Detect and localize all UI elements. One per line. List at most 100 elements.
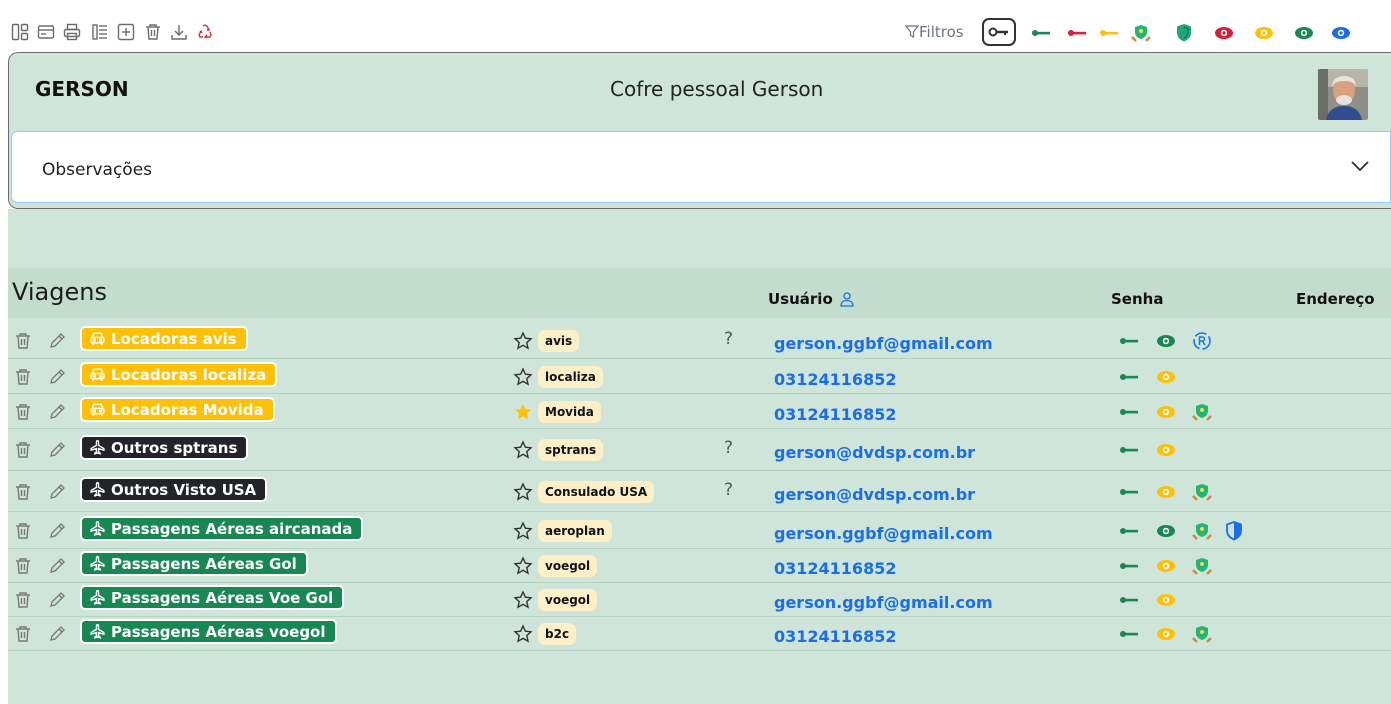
card-icon[interactable]	[36, 22, 56, 42]
list-item[interactable]: Passagens Aéreas aircanada aeroplan gerson…	[8, 512, 1391, 549]
category-badge[interactable]: Passagens Aéreas aircanada	[80, 516, 364, 541]
star-icon[interactable]	[513, 556, 533, 576]
trash-icon[interactable]	[14, 483, 32, 501]
key-red-icon[interactable]	[1066, 23, 1088, 43]
category-badge[interactable]: Passagens Aéreas voegol	[80, 619, 337, 644]
key-icon[interactable]	[1118, 624, 1140, 644]
help-mark[interactable]: ?	[724, 329, 733, 349]
shield-blue-icon[interactable]	[1223, 521, 1245, 541]
recycle-icon[interactable]	[195, 22, 215, 42]
download-icon[interactable]	[169, 22, 189, 42]
pencil-icon[interactable]	[48, 522, 66, 540]
pencil-icon[interactable]	[48, 483, 66, 501]
shield-hands-icon[interactable]	[1191, 402, 1213, 422]
eye-yellow-icon[interactable]	[1155, 482, 1177, 502]
category-badge[interactable]: Locadoras Movida	[80, 397, 275, 422]
pencil-icon[interactable]	[48, 403, 66, 421]
list-item[interactable]: Locadoras localiza localiza 03124116852	[8, 359, 1391, 394]
shield-hands-icon[interactable]	[1191, 624, 1213, 644]
shield-hands-icon[interactable]	[1191, 556, 1213, 576]
key-green-icon[interactable]	[1030, 23, 1052, 43]
trash-icon[interactable]	[14, 522, 32, 540]
key-icon[interactable]	[1118, 556, 1140, 576]
list-item[interactable]: Locadoras avis avis? gerson.ggbf@gmail.com	[8, 322, 1391, 359]
category-badge[interactable]: Passagens Aéreas Voe Gol	[80, 585, 345, 610]
key-yellow-icon[interactable]	[1098, 23, 1120, 43]
trash-icon[interactable]	[14, 591, 32, 609]
star-icon[interactable]	[513, 331, 533, 351]
trash-icon[interactable]	[14, 441, 32, 459]
restore-icon[interactable]	[1191, 331, 1213, 351]
shield-hands-icon[interactable]	[1130, 23, 1152, 43]
column-address[interactable]: Endereço	[1296, 290, 1375, 308]
printer-icon[interactable]	[62, 22, 82, 42]
username-link[interactable]: gerson.ggbf@gmail.com	[774, 524, 993, 543]
eye-green-icon[interactable]	[1155, 521, 1177, 541]
list-item[interactable]: Passagens Aéreas Gol voegol 03124116852	[8, 549, 1391, 583]
eye-yellow-icon[interactable]	[1253, 23, 1275, 43]
filter-key-toggle[interactable]	[982, 18, 1016, 46]
observations-accordion[interactable]: Observações	[11, 131, 1391, 203]
eye-yellow-icon[interactable]	[1155, 367, 1177, 387]
add-icon[interactable]	[116, 22, 136, 42]
category-badge[interactable]: Locadoras avis	[80, 326, 248, 351]
star-filled-icon[interactable]	[513, 402, 533, 422]
key-icon[interactable]	[1118, 590, 1140, 610]
username-link[interactable]: gerson@dvdsp.com.br	[774, 485, 975, 504]
trash-icon[interactable]	[14, 332, 32, 350]
username-link[interactable]: gerson.ggbf@gmail.com	[774, 593, 993, 612]
eye-yellow-icon[interactable]	[1155, 556, 1177, 576]
eye-green-icon[interactable]	[1155, 331, 1177, 351]
layout-icon[interactable]	[10, 22, 30, 42]
pencil-icon[interactable]	[48, 368, 66, 386]
eye-green-icon[interactable]	[1293, 23, 1315, 43]
list-item[interactable]: Passagens Aéreas Voe Gol voegol gerson.ggb…	[8, 583, 1391, 617]
shield-hands-icon[interactable]	[1191, 482, 1213, 502]
key-icon[interactable]	[1118, 521, 1140, 541]
list-icon[interactable]	[90, 22, 110, 42]
column-password[interactable]: Senha	[1111, 290, 1163, 308]
avatar[interactable]	[1318, 69, 1368, 120]
star-icon[interactable]	[513, 521, 533, 541]
shield-green-icon[interactable]	[1173, 23, 1195, 43]
key-icon[interactable]	[1118, 482, 1140, 502]
key-icon[interactable]	[1118, 367, 1140, 387]
username-link[interactable]: 03124116852	[774, 627, 896, 646]
eye-red-icon[interactable]	[1213, 23, 1235, 43]
help-mark[interactable]: ?	[724, 480, 733, 500]
username-link[interactable]: 03124116852	[774, 559, 896, 578]
chevron-down-icon[interactable]	[1348, 154, 1372, 178]
pencil-icon[interactable]	[48, 441, 66, 459]
trash-icon[interactable]	[14, 557, 32, 575]
category-badge[interactable]: Outros Visto USA	[80, 477, 268, 502]
pencil-icon[interactable]	[48, 557, 66, 575]
category-badge[interactable]: Locadoras localiza	[80, 362, 278, 387]
category-badge[interactable]: Passagens Aéreas Gol	[80, 551, 308, 576]
star-icon[interactable]	[513, 482, 533, 502]
category-badge[interactable]: Outros sptrans	[80, 435, 249, 460]
star-icon[interactable]	[513, 367, 533, 387]
shield-hands-icon[interactable]	[1191, 521, 1213, 541]
star-icon[interactable]	[513, 590, 533, 610]
username-link[interactable]: 03124116852	[774, 405, 896, 424]
eye-yellow-icon[interactable]	[1155, 440, 1177, 460]
list-item[interactable]: Outros sptrans sptrans? gerson@dvdsp.com.b…	[8, 429, 1391, 471]
trash-icon[interactable]	[14, 625, 32, 643]
eye-blue-icon[interactable]	[1330, 23, 1352, 43]
eye-yellow-icon[interactable]	[1155, 624, 1177, 644]
key-icon[interactable]	[1118, 331, 1140, 351]
pencil-icon[interactable]	[48, 332, 66, 350]
trash-icon[interactable]	[14, 368, 32, 386]
username-link[interactable]: 03124116852	[774, 370, 896, 389]
star-icon[interactable]	[513, 624, 533, 644]
eye-yellow-icon[interactable]	[1155, 590, 1177, 610]
username-link[interactable]: gerson.ggbf@gmail.com	[774, 334, 993, 353]
key-icon[interactable]	[1118, 440, 1140, 460]
pencil-icon[interactable]	[48, 591, 66, 609]
list-item[interactable]: Passagens Aéreas voegol b2c 03124116852	[8, 617, 1391, 651]
username-link[interactable]: gerson@dvdsp.com.br	[774, 443, 975, 462]
help-mark[interactable]: ?	[724, 438, 733, 458]
key-icon[interactable]	[1118, 402, 1140, 422]
eye-yellow-icon[interactable]	[1155, 402, 1177, 422]
trash-icon[interactable]	[143, 22, 163, 42]
